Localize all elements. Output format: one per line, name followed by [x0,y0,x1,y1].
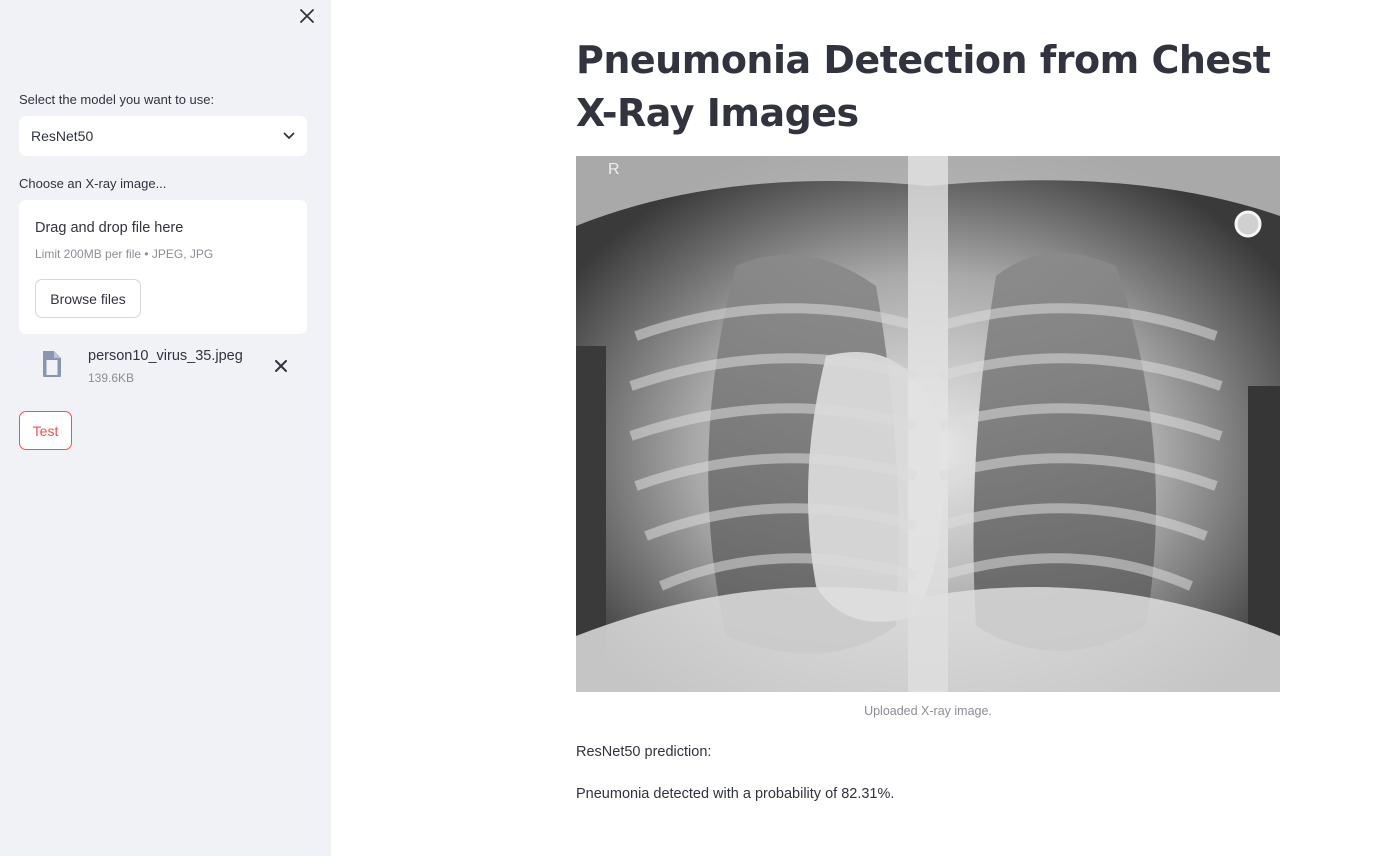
file-icon [43,351,61,377]
browse-files-button[interactable]: Browse files [35,279,141,318]
uploaded-xray-image: R [576,156,1280,692]
test-button[interactable]: Test [19,411,72,450]
close-icon [275,360,287,372]
file-dropzone[interactable]: Drag and drop file here Limit 200MB per … [19,200,307,334]
uploaded-file-item: person10_virus_35.jpeg 139.6KB [19,344,307,392]
uploaded-file-name: person10_virus_35.jpeg [88,348,243,364]
prediction-result: Pneumonia detected with a probability of… [576,786,895,802]
uploaded-file-size: 139.6KB [88,371,135,385]
model-select-label: Select the model you want to use: [19,92,215,107]
file-uploader-label: Choose an X-ray image... [19,176,167,191]
model-select-value: ResNet50 [31,128,94,144]
page-title: Pneumonia Detection from Chest X-Ray Ima… [576,38,1271,135]
sidebar-close-button[interactable] [296,5,318,27]
dropzone-title: Drag and drop file here [35,220,184,236]
image-caption: Uploaded X-ray image. [864,704,992,718]
chevron-down-icon [283,132,295,139]
close-icon [300,9,314,23]
prediction-title: ResNet50 prediction: [576,744,712,760]
model-select[interactable]: ResNet50 [19,116,307,156]
remove-file-button[interactable] [272,357,290,375]
xray-side-marker: R [608,161,620,178]
dropzone-limits: Limit 200MB per file • JPEG, JPG [35,247,214,261]
main-content: Pneumonia Detection from Chest X-Ray Ima… [331,0,1383,856]
sidebar: Select the model you want to use: ResNet… [0,0,331,856]
